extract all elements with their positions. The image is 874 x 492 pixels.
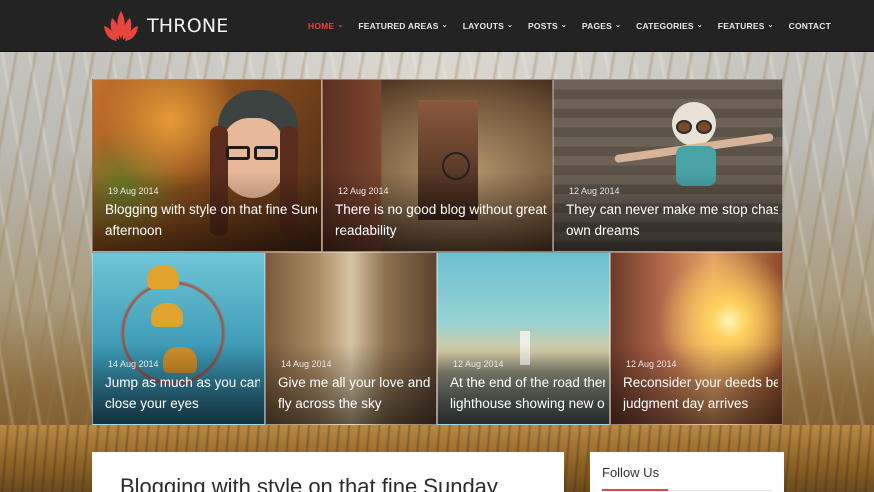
post-title[interactable]: Reconsider your deeds before judgment da… (623, 372, 778, 414)
post-title[interactable]: Jump as much as you can and close your e… (105, 372, 260, 414)
chevron-down-icon: ⌄ (767, 22, 774, 29)
nav-categories-label: CATEGORIES (636, 21, 694, 31)
main-post-card: Blogging with style on that fine Sunday (92, 452, 564, 492)
post-title-line: fly across the sky (278, 396, 382, 411)
site-header: THRONE HOME ⌄ FEATURED AREAS ⌄ LAYOUTS ⌄ PO… (0, 0, 874, 52)
follow-us-widget: Follow Us (590, 452, 784, 492)
post-date: 12 Aug 2014 (569, 186, 620, 196)
widget-title: Follow Us (602, 465, 660, 480)
post-title-line: close your eyes (105, 396, 199, 411)
post-title[interactable]: Give me all your love and I will fly acr… (278, 372, 432, 414)
post-date: 14 Aug 2014 (281, 359, 332, 369)
post-title-line: Blogging with style on that fine Sunday (105, 202, 317, 217)
featured-post-card[interactable]: 12 Aug 2014 Reconsider your deeds before… (610, 252, 783, 425)
nav-features-label: FEATURES (717, 21, 765, 31)
post-title[interactable]: They can never make me stop chasing my o… (566, 199, 778, 241)
chevron-down-icon: ⌄ (441, 22, 448, 29)
nav-posts-label: POSTS (528, 21, 558, 31)
post-title[interactable]: There is no good blog without great read… (335, 199, 548, 241)
post-title-line: own dreams (566, 223, 640, 238)
post-date: 14 Aug 2014 (108, 359, 159, 369)
widget-title-underline (602, 489, 668, 491)
chevron-down-icon: ⌄ (506, 22, 514, 29)
nav-layouts[interactable]: LAYOUTS ⌄ (463, 21, 513, 31)
post-title-line: There is no good blog without great (335, 202, 547, 217)
site-title: THRONE (147, 15, 229, 37)
nav-featured-areas-label: FEATURED AREAS (358, 21, 439, 31)
nav-pages[interactable]: PAGES ⌄ (582, 21, 621, 31)
post-date: 12 Aug 2014 (338, 186, 389, 196)
post-title-line: afternoon (105, 223, 163, 238)
featured-post-card[interactable]: 14 Aug 2014 Jump as much as you can and … (92, 252, 265, 425)
nav-layouts-label: LAYOUTS (462, 21, 504, 31)
featured-post-card[interactable]: 12 Aug 2014 There is no good blog withou… (322, 79, 553, 252)
nav-posts[interactable]: POSTS ⌄ (528, 21, 567, 31)
nav-features[interactable]: FEATURES ⌄ (718, 21, 774, 31)
post-title-line: readability (335, 223, 397, 238)
chevron-down-icon: ⌄ (615, 22, 622, 29)
post-title-line: Give me all your love and I will (278, 375, 432, 390)
chevron-down-icon: ⌄ (560, 22, 567, 29)
nav-contact-label: CONTACT (788, 21, 831, 31)
nav-pages-label: PAGES (581, 21, 613, 31)
site-logo[interactable]: THRONE (101, 8, 228, 44)
main-post-title[interactable]: Blogging with style on that fine Sunday (120, 474, 498, 492)
post-date: 12 Aug 2014 (626, 359, 677, 369)
post-date: 19 Aug 2014 (108, 186, 159, 196)
post-title-line: At the end of the road there is (450, 375, 605, 390)
featured-post-card[interactable]: 12 Aug 2014 They can never make me stop … (553, 79, 783, 252)
post-title-line: They can never make me stop chasing my (566, 202, 778, 217)
featured-post-card[interactable]: 12 Aug 2014 At the end of the road there… (437, 252, 610, 425)
nav-contact[interactable]: CONTACT (789, 21, 831, 31)
post-date: 12 Aug 2014 (453, 359, 504, 369)
nav-home-label: HOME (308, 21, 335, 31)
featured-grid: 19 Aug 2014 Blogging with style on that … (92, 79, 783, 425)
post-title-line: Reconsider your deeds before (623, 375, 778, 390)
featured-post-card[interactable]: 19 Aug 2014 Blogging with style on that … (92, 79, 322, 252)
featured-post-card[interactable]: 14 Aug 2014 Give me all your love and I … (265, 252, 437, 425)
post-title-line: Jump as much as you can and (105, 375, 260, 390)
main-nav: HOME ⌄ FEATURED AREAS ⌄ LAYOUTS ⌄ POSTS ⌄ PA… (308, 0, 846, 52)
nav-featured-areas[interactable]: FEATURED AREAS ⌄ (358, 21, 447, 31)
nav-home[interactable]: HOME ⌄ (308, 21, 343, 31)
post-title-line: judgment day arrives (623, 396, 749, 411)
post-title[interactable]: Blogging with style on that fine Sunday … (105, 199, 317, 241)
chevron-down-icon: ⌄ (696, 22, 703, 29)
post-title[interactable]: At the end of the road there is lighthou… (450, 372, 605, 414)
post-title-line: lighthouse showing new one (450, 396, 605, 411)
lotus-logo-icon (104, 11, 138, 41)
chevron-down-icon: ⌄ (337, 22, 344, 29)
nav-categories[interactable]: CATEGORIES ⌄ (636, 21, 703, 31)
